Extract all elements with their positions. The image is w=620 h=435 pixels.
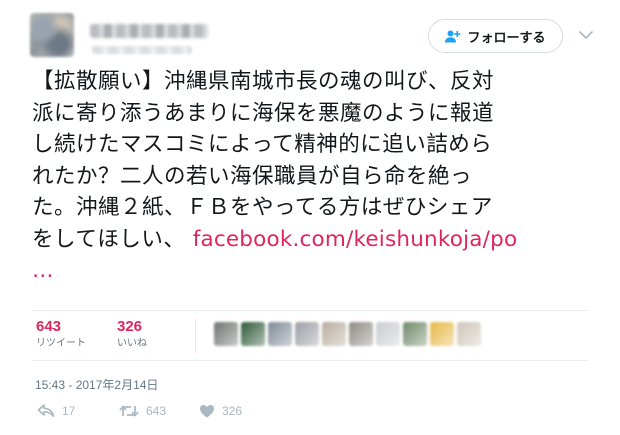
divider — [32, 310, 588, 311]
liker-avatar[interactable] — [295, 322, 319, 346]
liker-avatar[interactable] — [403, 322, 427, 346]
retweet-action[interactable]: 643 — [119, 404, 166, 418]
tweet-line: 派に寄り添うあまりに海保を悪魔のように報道 — [32, 100, 495, 126]
like-stat[interactable]: 326 いいね — [117, 318, 147, 351]
tweet-line: 【拡散願い】沖縄県南城市長の魂の叫び、反対 — [32, 69, 495, 94]
retweet-action-count: 643 — [146, 404, 167, 418]
follow-button[interactable]: フォローする — [428, 19, 563, 53]
retweet-count: 643 — [36, 318, 62, 335]
reply-count: 17 — [62, 404, 76, 418]
tweet-link[interactable]: facebook.com/keishunkoja/po — [193, 227, 518, 252]
author-avatar[interactable] — [30, 13, 74, 57]
liker-avatar[interactable] — [349, 322, 373, 346]
retweet-label: リツイート — [36, 338, 86, 349]
liker-avatar[interactable] — [430, 322, 454, 346]
divider — [32, 360, 588, 361]
tweet-line: れたか？二人の若い海保職員が自ら命を絶っ — [32, 163, 473, 189]
like-label: いいね — [117, 338, 147, 349]
tweet-line-with-link: をしてほしい、 facebook.com/keishunkoja/po — [32, 224, 592, 256]
tweet-line: をしてほしい、 — [32, 226, 186, 252]
tweet-line: た。沖縄２紙、ＦＢをやってる方はぜひシェア — [32, 195, 493, 220]
reply-icon — [37, 404, 55, 418]
follow-button-label: フォローする — [467, 29, 546, 45]
liker-avatar[interactable] — [268, 322, 292, 346]
like-action-count: 326 — [222, 404, 243, 418]
chevron-down-icon[interactable] — [578, 28, 594, 42]
liker-avatars — [214, 322, 481, 346]
liker-avatar[interactable] — [214, 322, 238, 346]
heart-icon — [200, 405, 214, 418]
stat-divider — [195, 318, 196, 354]
liker-avatar[interactable] — [376, 322, 400, 346]
follow-user-icon — [445, 30, 461, 42]
tweet-ellipsis: … — [32, 258, 54, 283]
author-handle-blurred[interactable] — [92, 46, 192, 54]
tweet-timestamp[interactable]: 15:43 - 2017年2月14日 — [35, 376, 158, 393]
author-name-blurred[interactable] — [90, 24, 208, 38]
tweet-text: 【拡散願い】沖縄県南城市長の魂の叫び、反対 派に寄り添うあまりに海保を悪魔のよう… — [32, 66, 592, 287]
liker-avatar[interactable] — [322, 322, 346, 346]
like-action[interactable]: 326 — [199, 404, 242, 418]
retweet-stat[interactable]: 643 リツイート — [36, 318, 86, 351]
liker-avatar[interactable] — [457, 322, 481, 346]
retweet-icon — [119, 405, 139, 417]
tweet-line: し続けたマスコミによって精神的に追い詰めら — [32, 132, 493, 157]
like-count: 326 — [117, 318, 143, 335]
reply-action[interactable]: 17 — [37, 404, 75, 418]
liker-avatar[interactable] — [241, 322, 265, 346]
